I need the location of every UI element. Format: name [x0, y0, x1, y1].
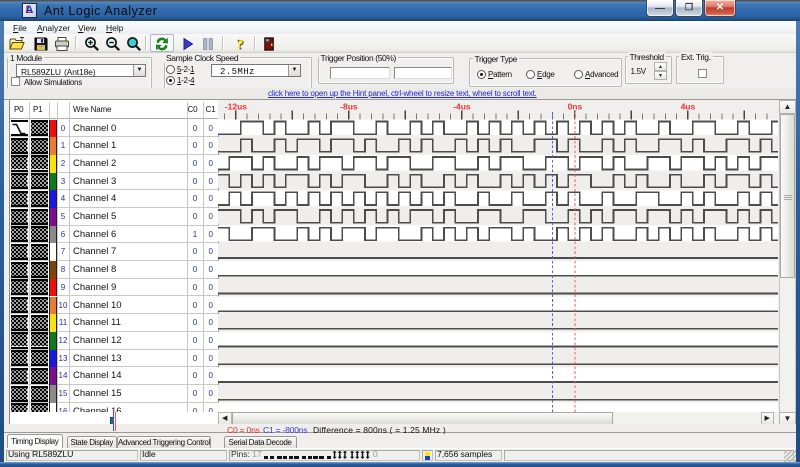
svg-text:4us: 4us	[681, 102, 696, 112]
svg-text:?: ?	[236, 37, 244, 52]
svg-text:-4us: -4us	[453, 102, 471, 112]
svg-text:-12us: -12us	[225, 102, 247, 112]
svg-text:-8us: -8us	[340, 102, 358, 112]
svg-text:0ns: 0ns	[568, 102, 583, 112]
